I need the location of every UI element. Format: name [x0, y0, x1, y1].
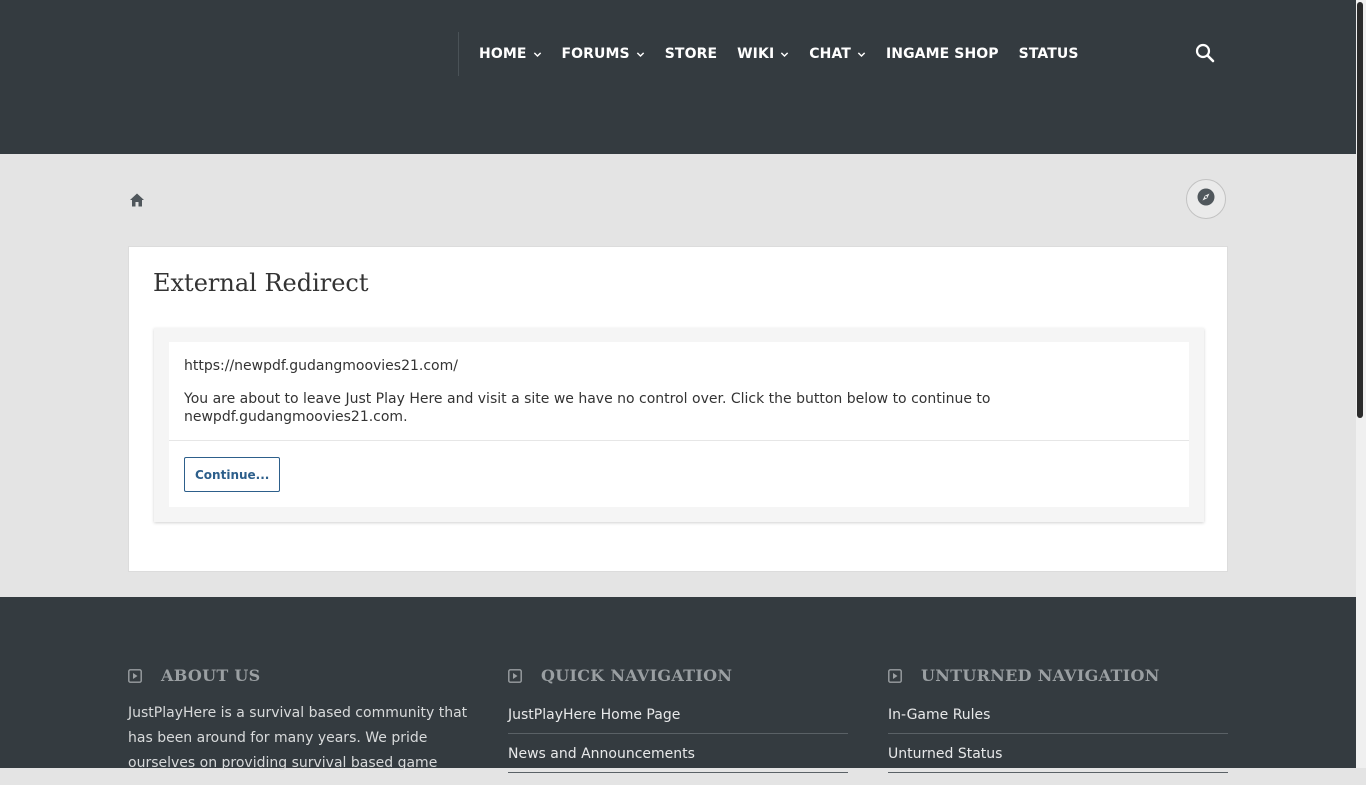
- chevron-down-icon: [857, 50, 866, 59]
- nav-status[interactable]: STATUS: [1009, 34, 1089, 74]
- footer-link-ingame-rules[interactable]: In-Game Rules: [888, 707, 1228, 734]
- footer-about: ABOUT US JustPlayHere is a survival base…: [128, 663, 468, 776]
- nav-chat[interactable]: CHAT: [799, 34, 876, 74]
- footer-about-title: ABOUT US: [161, 665, 261, 685]
- footer-unturned-nav: UNTURNED NAVIGATION In-Game Rules Unturn…: [888, 663, 1228, 785]
- footer-unturned-nav-heading: UNTURNED NAVIGATION: [888, 663, 1228, 687]
- redirect-url: https://newpdf.gudangmoovies21.com/: [184, 358, 458, 374]
- scrollbar-thumb[interactable]: [1357, 2, 1363, 418]
- nav-home-label: HOME: [479, 46, 527, 62]
- compass-button[interactable]: [1186, 179, 1226, 219]
- compass-icon: [1197, 188, 1215, 210]
- caret-square-icon: [888, 668, 902, 683]
- chevron-down-icon: [533, 50, 542, 59]
- redirect-message: You are about to leave Just Play Here an…: [184, 391, 991, 425]
- nav-wiki-label: WIKI: [737, 46, 775, 62]
- redirect-panel-footer: Continue...: [169, 441, 1189, 507]
- nav-forums[interactable]: FORUMS: [552, 34, 655, 74]
- caret-square-icon: [508, 668, 522, 683]
- redirect-panel-body: https://newpdf.gudangmoovies21.com/ You …: [169, 342, 1189, 441]
- nav-wiki[interactable]: WIKI: [727, 34, 799, 74]
- site-header: HOME FORUMS STORE WIKI CHAT INGAME SHOP …: [0, 0, 1356, 154]
- footer-link-home-page[interactable]: JustPlayHere Home Page: [508, 707, 848, 734]
- chevron-down-icon: [636, 50, 645, 59]
- nav-home[interactable]: HOME: [469, 34, 552, 74]
- nav-status-label: STATUS: [1018, 46, 1079, 62]
- main-nav: HOME FORUMS STORE WIKI CHAT INGAME SHOP …: [469, 34, 1089, 74]
- chevron-down-icon: [780, 50, 789, 59]
- footer-quick-nav-heading: QUICK NAVIGATION: [508, 663, 848, 687]
- nav-ingame-shop-label: INGAME SHOP: [885, 46, 999, 62]
- footer-about-heading: ABOUT US: [128, 663, 468, 687]
- footer-quick-nav: QUICK NAVIGATION JustPlayHere Home Page …: [508, 663, 848, 785]
- nav-store-label: STORE: [664, 46, 718, 62]
- footer-unturned-nav-title: UNTURNED NAVIGATION: [921, 665, 1160, 685]
- footer-link-news[interactable]: News and Announcements: [508, 746, 848, 773]
- footer-quick-nav-links: JustPlayHere Home Page News and Announce…: [508, 707, 848, 773]
- continue-button[interactable]: Continue...: [184, 457, 281, 492]
- footer-unturned-nav-links: In-Game Rules Unturned Status: [888, 707, 1228, 773]
- redirect-panel: https://newpdf.gudangmoovies21.com/ You …: [154, 328, 1204, 522]
- footer-about-text: JustPlayHere is a survival based communi…: [128, 705, 468, 771]
- caret-square-icon: [128, 668, 142, 683]
- footer-quick-nav-title: QUICK NAVIGATION: [541, 665, 733, 685]
- nav-divider: [458, 32, 459, 76]
- nav-store[interactable]: STORE: [655, 34, 727, 74]
- page-title: External Redirect: [153, 269, 369, 297]
- nav-ingame-shop[interactable]: INGAME SHOP: [876, 34, 1009, 74]
- search-icon[interactable]: [1194, 42, 1216, 64]
- main-block: External Redirect https://newpdf.gudangm…: [128, 246, 1228, 572]
- home-icon[interactable]: [129, 192, 145, 208]
- nav-forums-label: FORUMS: [561, 46, 630, 62]
- nav-chat-label: CHAT: [809, 46, 851, 62]
- site-footer: ABOUT US JustPlayHere is a survival base…: [0, 597, 1356, 773]
- footer-link-unturned-status[interactable]: Unturned Status: [888, 746, 1228, 773]
